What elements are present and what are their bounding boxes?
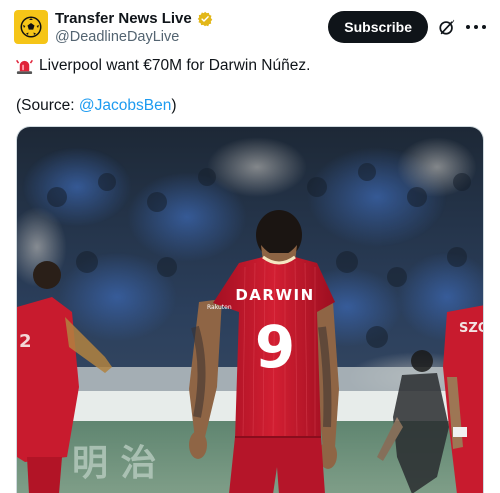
tweet-photo[interactable]: 明 治 2 SZO — [16, 126, 484, 493]
avatar[interactable] — [14, 10, 48, 44]
jersey-sponsor: Rakuten — [207, 304, 232, 311]
subscribe-button[interactable]: Subscribe — [328, 11, 428, 43]
author-block: Transfer News Live @DeadlineDayLive — [55, 10, 213, 46]
author-handle[interactable]: @DeadlineDayLive — [55, 28, 213, 46]
football-icon — [20, 16, 42, 38]
grok-icon[interactable] — [438, 18, 456, 36]
source-suffix: ) — [171, 97, 177, 114]
source-mention-link[interactable]: @JacobsBen — [79, 97, 171, 114]
source-prefix: (Source: — [16, 97, 79, 114]
player-photo: 明 治 2 SZO — [17, 127, 484, 493]
tweet-text: Liverpool want €70M for Darwin Núñez. (S… — [16, 56, 484, 116]
right-player-jersey-text: SZO — [459, 321, 484, 336]
banner-text: 明 治 — [72, 443, 157, 484]
siren-icon — [16, 59, 33, 74]
left-player-number: 2 — [19, 331, 32, 352]
verified-badge-icon — [197, 11, 213, 27]
tweet-line-1: Liverpool want €70M for Darwin Núñez. — [39, 57, 311, 74]
author-name[interactable]: Transfer News Live — [55, 10, 192, 28]
more-options-icon[interactable] — [466, 18, 486, 36]
tweet-header: Transfer News Live @DeadlineDayLive Subs… — [14, 10, 488, 46]
jersey-number: 9 — [255, 313, 295, 381]
tweet-source-line: (Source: @JacobsBen) — [16, 96, 484, 116]
jersey-name: DARWIN — [235, 286, 314, 304]
